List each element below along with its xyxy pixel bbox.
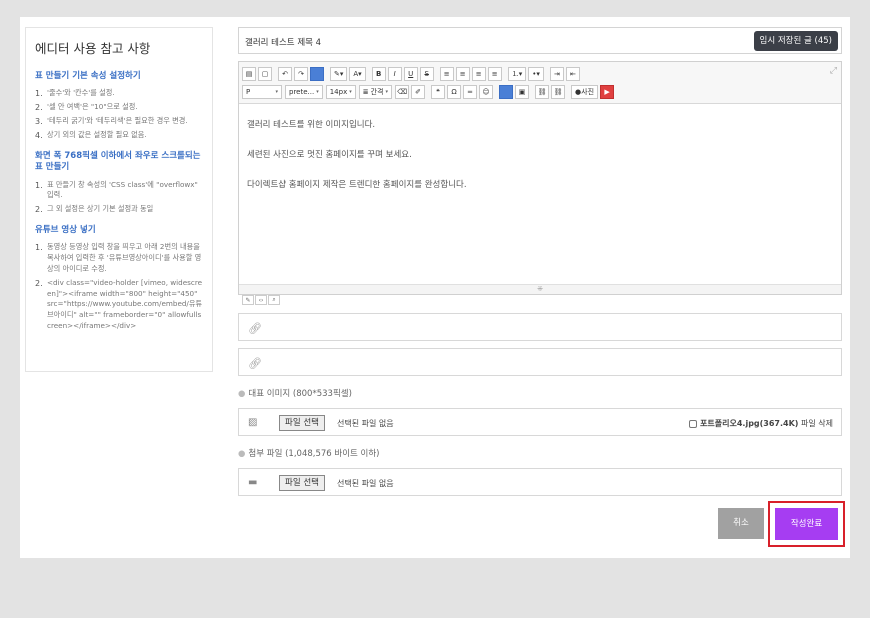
unordered-list-icon[interactable]: •▾ [528, 67, 544, 81]
bold-icon[interactable]: B [371, 67, 386, 81]
highlight-color-icon[interactable]: ✎▾ [330, 67, 348, 81]
unlink-icon[interactable]: ⛓ [551, 85, 566, 99]
indent-icon[interactable]: ⇥ [549, 67, 564, 81]
list-item: 1. 표 만들기 창 속성의 'CSS class'에 "overflowx" 입… [35, 179, 198, 200]
link-icon: 🔗︎ [248, 357, 262, 370]
link-icon[interactable]: ⛓ [535, 85, 550, 99]
format-painter-icon[interactable]: ✐ [411, 85, 426, 99]
page-container: 에디터 사용 참고 사항 표 만들기 기본 속성 설정하기 1. '줄수'와 '칸… [20, 17, 850, 558]
cancel-button[interactable]: 취소 [718, 508, 764, 539]
editor-content[interactable]: 갤러리 테스트를 위한 이미지입니다. 세련된 사진으로 멋진 홈페이지를 꾸며… [239, 104, 841, 286]
section-heading: 화면 폭 768픽셀 이하에서 좌우로 스크롤되는 표 만들기 [35, 150, 201, 173]
table-icon[interactable] [499, 85, 514, 99]
new-doc-icon[interactable]: ▢ [258, 67, 272, 81]
folder-icon: ▬ [248, 477, 258, 488]
list-item: 1. '줄수'와 '칸수'를 설정. [35, 88, 115, 99]
no-file-text: 선택된 파일 없음 [337, 419, 394, 428]
image-block-icon[interactable]: ▣ [515, 85, 530, 99]
rep-image-label: ● 대표 이미지 (800*533픽셀) [238, 389, 352, 399]
checkbox[interactable] [689, 419, 698, 428]
link-input-2[interactable]: 🔗︎ [238, 348, 842, 376]
list-item: 4. 상기 외의 값은 설정할 필요 없음. [35, 129, 147, 140]
delete-file-checkbox[interactable]: 포트폴리오4.jpg(367.4K) 파일 삭제 [689, 418, 833, 429]
section-list: 1. 표 만들기 창 속성의 'CSS class'에 "overflowx" 입… [35, 180, 203, 215]
format-select[interactable]: P ▾ [242, 85, 282, 99]
toolbar-row-2: P ▾ prete... ▾ 14px ▾ ≣ 간격 ▾ ⌫ ✐ ❝ Ω ═ ☺ ▣ ⛓ … [242, 84, 616, 100]
align-justify-icon[interactable]: ≡ [487, 67, 502, 81]
underline-icon[interactable]: U [403, 67, 418, 81]
list-item: 2. 그 외 설정은 상기 기본 설정과 동일 [35, 204, 154, 215]
attach-field: ▬ 파일 선택 선택된 파일 없음 [238, 468, 842, 496]
size-select[interactable]: 14px ▾ [325, 85, 356, 99]
redo-icon[interactable]: ↷ [294, 67, 308, 81]
section-heading: 표 만들기 기본 속성 설정하기 [35, 71, 141, 81]
submit-highlight: 작성완료 [768, 501, 845, 547]
select-all-icon[interactable] [310, 67, 324, 81]
quote-icon[interactable]: ❝ [431, 85, 446, 99]
content-paragraph: 다이렉트샵 홈페이지 제작은 트렌디한 홈페이지를 완성합니다. [247, 180, 467, 190]
image-icon: ▨ [248, 417, 258, 428]
editor-toolbar: ▤ ▢ ↶ ↷ ✎▾ A▾ B I U S ≡ ≡ ≡ ≡ ⒈▾ •▾ ⇥ ⇤ … [239, 62, 841, 104]
spacing-select[interactable]: ≣ 간격 ▾ [358, 85, 393, 99]
ordered-list-icon[interactable]: ⒈▾ [507, 67, 527, 81]
link-input-1[interactable]: 🔗︎ [238, 313, 842, 341]
content-paragraph: 세련된 사진으로 멋진 홈페이지를 꾸며 보세요. [247, 150, 412, 160]
section-heading: 유튜브 영상 넣기 [35, 224, 96, 235]
edit-mode-icon[interactable]: ✎ [242, 295, 254, 305]
eraser-icon[interactable]: ⌫ [395, 85, 410, 99]
title-value: 갤러리 테스트 제목 4 [245, 38, 322, 48]
photo-button[interactable]: ● 사진 [571, 85, 599, 99]
list-item: 2. '셀 안 여백'은 "10"으로 설정. [35, 102, 138, 113]
emoji-icon[interactable]: ☺ [479, 85, 494, 99]
toolbar-row-1: ▤ ▢ ↶ ↷ ✎▾ A▾ B I U S ≡ ≡ ≡ ≡ ⒈▾ •▾ ⇥ ⇤ [242, 66, 582, 82]
resize-handle[interactable]: ⁜ [239, 284, 841, 294]
font-select[interactable]: prete... ▾ [285, 85, 323, 99]
temp-saved-button[interactable]: 임시 저장된 글 (45) [753, 31, 838, 51]
editor-help-sidebar: 에디터 사용 참고 사항 표 만들기 기본 속성 설정하기 1. '줄수'와 '칸… [25, 27, 213, 372]
attach-file-button[interactable]: 파일 선택 [279, 475, 325, 491]
rich-text-editor: ▤ ▢ ↶ ↷ ✎▾ A▾ B I U S ≡ ≡ ≡ ≡ ⒈▾ •▾ ⇥ ⇤ … [238, 61, 842, 295]
list-item: 2. <div class="video-holder [vimeo, wides… [35, 277, 203, 331]
omega-icon[interactable]: Ω [447, 85, 462, 99]
youtube-icon[interactable]: ▶ [600, 85, 615, 99]
link-icon: 🔗︎ [248, 322, 262, 335]
preview-mode-icon[interactable]: ⌕ [268, 295, 280, 305]
list-item: 1. 동영상 등영상 입력 창을 띄우고 아래 2번의 내용을 복사하여 입력한 … [35, 242, 202, 274]
outdent-icon[interactable]: ⇤ [565, 67, 580, 81]
undo-icon[interactable]: ↶ [278, 67, 292, 81]
no-file-text: 선택된 파일 없음 [337, 479, 394, 488]
section-list: 1. 동영상 등영상 입력 창을 띄우고 아래 2번의 내용을 복사하여 입력한 … [35, 242, 203, 331]
sidebar-title: 에디터 사용 참고 사항 [35, 41, 151, 56]
font-color-icon[interactable]: A▾ [349, 67, 366, 81]
rep-image-file-button[interactable]: 파일 선택 [279, 415, 325, 431]
hr-icon[interactable]: ═ [463, 85, 478, 99]
align-center-icon[interactable]: ≡ [455, 67, 470, 81]
html-mode-icon[interactable]: ‹› [255, 295, 267, 305]
editor-mode-tabs: ✎ ‹› ⌕ [242, 295, 281, 305]
print-icon[interactable]: ▤ [242, 67, 256, 81]
align-left-icon[interactable]: ≡ [439, 67, 454, 81]
expand-icon[interactable]: ⤢ [830, 66, 837, 76]
attach-label: ● 첨부 파일 (1,048,576 바이트 이하) [238, 449, 380, 459]
list-item: 3. '테두리 굵기'와 '테두리색'은 필요한 경우 변경. [35, 116, 188, 127]
rep-image-field: ▨ 파일 선택 선택된 파일 없음 포트폴리오4.jpg(367.4K) 파일 … [238, 408, 842, 436]
section-list: 1. '줄수'와 '칸수'를 설정. 2. '셀 안 여백'은 "10"으로 설정.… [35, 88, 203, 140]
title-input[interactable]: 갤러리 테스트 제목 4 임시 저장된 글 (45) [238, 27, 842, 54]
strike-icon[interactable]: S [419, 67, 434, 81]
content-paragraph: 갤러리 테스트를 위한 이미지입니다. [247, 120, 376, 130]
submit-button[interactable]: 작성완료 [775, 508, 838, 540]
existing-file-name: 포트폴리오4.jpg(367.4K) [700, 419, 799, 428]
italic-icon[interactable]: I [387, 67, 402, 81]
align-right-icon[interactable]: ≡ [471, 67, 486, 81]
